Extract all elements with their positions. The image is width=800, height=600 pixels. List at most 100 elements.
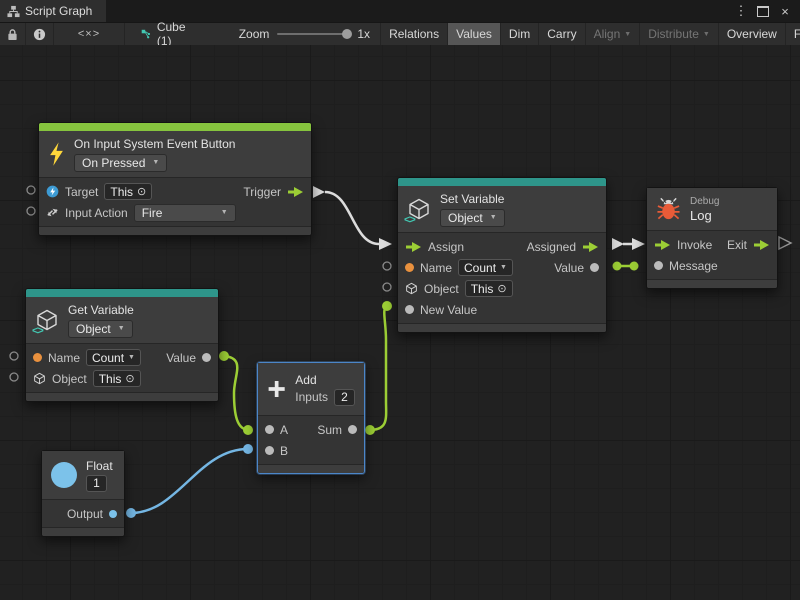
event-state-value: On Pressed	[82, 156, 145, 170]
flow-arrow-icon[interactable]	[405, 241, 422, 253]
port-event-action-in[interactable]	[27, 207, 35, 215]
inputs-count-value: 2	[341, 390, 348, 404]
variable-name-dropdown[interactable]: Count ▼	[86, 349, 141, 366]
value-port-icon[interactable]	[202, 353, 211, 362]
flow-arrow-icon[interactable]	[753, 239, 770, 251]
port-getvar-object-in[interactable]	[10, 373, 18, 381]
float-value-field[interactable]: 1	[86, 475, 107, 492]
port-float-output-out[interactable]	[126, 508, 136, 518]
flow-arrow-icon[interactable]	[287, 186, 304, 198]
port-getvar-value-out[interactable]	[219, 351, 229, 361]
port-event-target-in[interactable]	[27, 186, 35, 194]
flow-arrow-icon[interactable]	[582, 241, 599, 253]
port-assigned-out[interactable]	[612, 238, 624, 250]
port-setvar-object-in[interactable]	[383, 283, 391, 291]
b-label: B	[280, 444, 288, 458]
node-debug-log[interactable]: Debug Log Invoke Exit	[646, 187, 778, 289]
event-state-dropdown[interactable]: On Pressed ▼	[74, 154, 167, 172]
toolbar-button-carry[interactable]: Carry	[539, 23, 585, 45]
node-footer	[26, 392, 218, 401]
value-port-icon[interactable]	[405, 305, 414, 314]
wire-getvalue-to-a[interactable]	[224, 356, 248, 430]
float-port-icon[interactable]	[109, 510, 117, 518]
object-field[interactable]: This ⊙	[93, 370, 141, 387]
variable-kind-dropdown[interactable]: Object ▼	[440, 209, 505, 227]
close-button[interactable]: ×	[776, 2, 794, 20]
info-button[interactable]	[26, 23, 54, 45]
port-setvar-name-in[interactable]	[383, 262, 391, 270]
object-label: Object	[52, 372, 87, 386]
inputs-count-field[interactable]: 2	[334, 389, 355, 406]
port-setvar-value-out[interactable]	[613, 262, 622, 271]
kebab-menu-icon[interactable]: ⋮	[732, 2, 750, 20]
target-object-field[interactable]: This ⊙	[104, 183, 152, 200]
node-on-input-system-event-button[interactable]: On Input System Event Button On Pressed …	[38, 122, 312, 236]
node-set-variable[interactable]: <> Set Variable Object ▼ Assign	[397, 177, 607, 333]
toolbar-button-dim[interactable]: Dim	[501, 23, 539, 45]
value-port-icon[interactable]	[265, 446, 274, 455]
float-value: 1	[93, 476, 100, 490]
port-row-invoke: Invoke Exit	[647, 234, 777, 255]
new-value-label: New Value	[420, 303, 477, 317]
node-float[interactable]: Float 1 Output	[41, 450, 125, 537]
port-add-sum-out[interactable]	[365, 425, 375, 435]
zoom-slider-knob[interactable]	[342, 29, 352, 39]
node-add[interactable]: Add Inputs 2 A Sum	[257, 362, 365, 474]
toolbar-button-fullscreen[interactable]: Full Screen	[786, 23, 800, 45]
flow-arrow-icon[interactable]	[654, 239, 671, 251]
port-debug-exit-out[interactable]	[779, 237, 791, 249]
node-body: A Sum B	[258, 416, 364, 464]
node-color-bar	[398, 178, 606, 186]
input-action-value: Fire	[142, 206, 163, 220]
node-get-variable[interactable]: <> Get Variable Object ▼ Name Count ▼	[25, 288, 219, 402]
target-label: Target	[65, 185, 98, 199]
variable-kind-dropdown[interactable]: Object ▼	[68, 320, 133, 338]
wire-trigger-to-assign[interactable]	[325, 192, 379, 244]
value-port-icon[interactable]	[654, 261, 663, 270]
port-getvar-name-in[interactable]	[10, 352, 18, 360]
object-value: This	[99, 372, 122, 386]
toolbar-button-distribute[interactable]: Distribute ▼	[640, 23, 719, 45]
string-port-icon[interactable]	[405, 263, 414, 272]
wire-assign-arrowhead	[379, 238, 392, 250]
maximize-button[interactable]	[754, 2, 772, 20]
variable-kind-value: Object	[76, 322, 111, 336]
code-view-button[interactable]: <×>	[54, 23, 125, 45]
window-controls: ⋮ ×	[732, 0, 800, 22]
exit-label: Exit	[727, 238, 747, 252]
variable-name-dropdown[interactable]: Count ▼	[458, 259, 513, 276]
input-action-dropdown[interactable]: Fire ▼	[134, 204, 236, 222]
node-header: Debug Log	[647, 188, 777, 231]
port-setvar-newvalue-in[interactable]	[382, 301, 392, 311]
value-label: Value	[554, 261, 584, 275]
object-field[interactable]: This ⊙	[465, 280, 513, 297]
port-row-target: Target This ⊙ Trigger	[39, 181, 311, 202]
tab-script-graph[interactable]: Script Graph	[0, 0, 106, 22]
variable-name-value: Count	[464, 261, 496, 275]
value-port-icon[interactable]	[590, 263, 599, 272]
port-trigger-out[interactable]	[313, 186, 325, 198]
zoom-control: Zoom 1x	[197, 23, 380, 45]
port-add-b-in[interactable]	[243, 444, 253, 454]
lock-button[interactable]	[0, 23, 26, 45]
toolbar-button-align[interactable]: Align ▼	[586, 23, 641, 45]
graph-context-button[interactable]: Cube (1)	[125, 23, 197, 45]
node-header: On Input System Event Button On Pressed …	[39, 131, 311, 178]
node-footer	[398, 323, 606, 332]
gameobject-cube-icon	[405, 282, 418, 295]
wire-sum-to-newvalue[interactable]	[370, 306, 388, 430]
string-port-icon[interactable]	[33, 353, 42, 362]
value-label: Value	[166, 351, 196, 365]
port-message-in[interactable]	[630, 262, 639, 271]
port-add-a-in[interactable]	[243, 425, 253, 435]
toolbar-button-relations[interactable]: Relations	[380, 23, 448, 45]
value-port-icon[interactable]	[348, 425, 357, 434]
node-body: Target This ⊙ Trigger	[39, 178, 311, 226]
toolbar-button-overview[interactable]: Overview	[719, 23, 786, 45]
toolbar-button-values[interactable]: Values	[448, 23, 501, 45]
value-port-icon[interactable]	[265, 425, 274, 434]
graph-canvas[interactable]: On Input System Event Button On Pressed …	[0, 45, 800, 600]
variable-kind-value: Object	[448, 211, 483, 225]
zoom-slider[interactable]	[277, 33, 349, 35]
wire-float-to-b[interactable]	[131, 449, 248, 513]
